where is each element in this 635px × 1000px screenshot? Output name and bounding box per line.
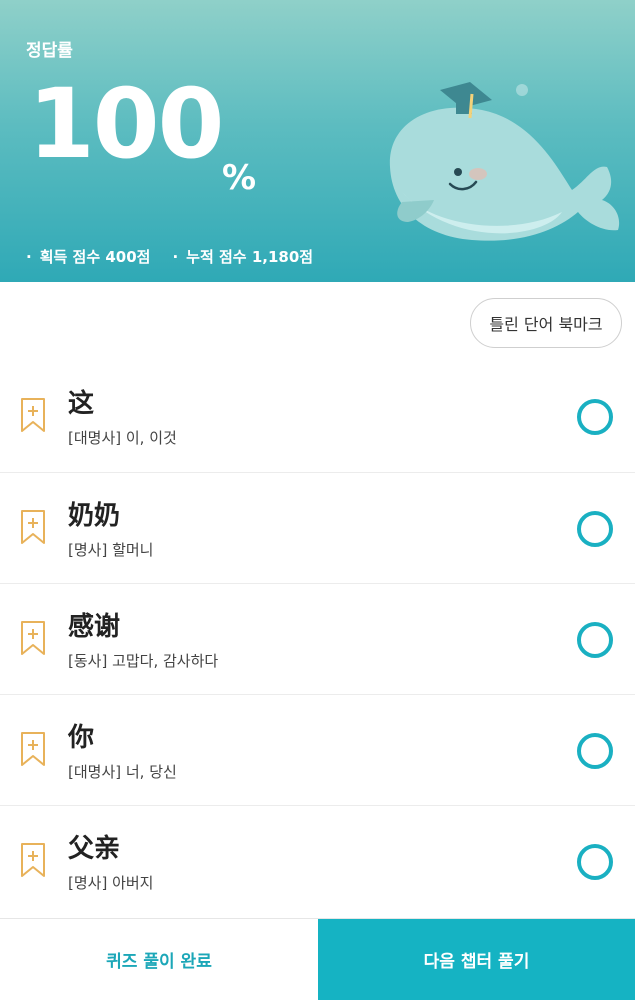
earned-score: 획득 점수 400점 bbox=[26, 246, 151, 267]
word-text: 父亲 bbox=[68, 834, 121, 864]
bottom-action-bar: 퀴즈 풀이 완료 다음 챕터 풀기 bbox=[0, 918, 635, 1000]
word-row: 奶奶 [명사] 할머니 bbox=[0, 472, 635, 583]
finish-quiz-button[interactable]: 퀴즈 풀이 완료 bbox=[0, 919, 318, 1000]
correct-circle-icon bbox=[577, 622, 613, 658]
correct-circle-icon bbox=[577, 511, 613, 547]
accuracy-score: 100 bbox=[28, 68, 224, 180]
bookmark-add-icon[interactable] bbox=[20, 397, 46, 433]
word-meaning: [동사] 고맙다, 감사하다 bbox=[68, 652, 219, 670]
result-header: 정답률 100 % 획득 점수 400점 누적 점수 1,180점 bbox=[0, 0, 635, 282]
bookmark-add-icon[interactable] bbox=[20, 731, 46, 767]
word-meaning: [대명사] 너, 당신 bbox=[68, 763, 177, 781]
word-meaning: [명사] 할머니 bbox=[68, 541, 154, 559]
word-text: 感谢 bbox=[68, 612, 121, 642]
total-score: 누적 점수 1,180점 bbox=[172, 246, 313, 267]
accuracy-unit: % bbox=[222, 158, 257, 198]
word-text: 你 bbox=[68, 723, 95, 753]
word-text: 奶奶 bbox=[68, 501, 121, 531]
word-row: 你 [대명사] 너, 당신 bbox=[0, 694, 635, 805]
correct-circle-icon bbox=[577, 844, 613, 880]
word-row: 感谢 [동사] 고맙다, 감사하다 bbox=[0, 583, 635, 694]
correct-circle-icon bbox=[577, 733, 613, 769]
word-meaning: [명사] 아버지 bbox=[68, 874, 154, 892]
word-row: 这 [대명사] 이, 이것 bbox=[0, 361, 635, 472]
next-chapter-button[interactable]: 다음 챕터 풀기 bbox=[318, 919, 635, 1000]
word-result-list: 这 [대명사] 이, 이것 奶奶 [명사] 할머니 感谢 [동사] 고맙다, 감… bbox=[0, 361, 635, 916]
bookmark-add-icon[interactable] bbox=[20, 620, 46, 656]
word-row: 父亲 [명사] 아버지 bbox=[0, 805, 635, 916]
bookmark-wrong-words-button[interactable]: 틀린 단어 북마크 bbox=[470, 298, 622, 348]
score-stats: 획득 점수 400점 누적 점수 1,180점 bbox=[26, 246, 313, 267]
correct-circle-icon bbox=[577, 399, 613, 435]
word-meaning: [대명사] 이, 이것 bbox=[68, 429, 177, 447]
whale-mascot-illustration bbox=[389, 82, 620, 241]
bookmark-add-icon[interactable] bbox=[20, 509, 46, 545]
accuracy-label: 정답률 bbox=[26, 41, 73, 61]
word-text: 这 bbox=[68, 389, 95, 419]
bookmark-add-icon[interactable] bbox=[20, 842, 46, 878]
